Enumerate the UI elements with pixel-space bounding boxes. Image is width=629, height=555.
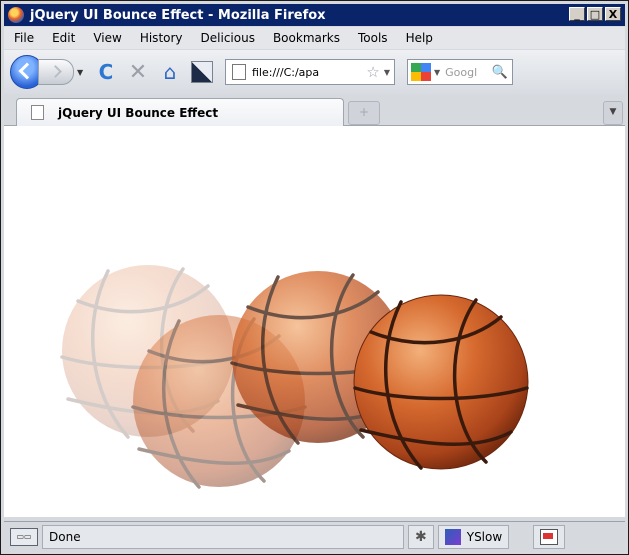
yslow-panel[interactable]: YSlow (437, 525, 510, 549)
menu-view[interactable]: View (84, 31, 130, 45)
title-bar[interactable]: jQuery UI Bounce Effect - Mozilla Firefo… (4, 4, 625, 26)
browser-window: jQuery UI Bounce Effect - Mozilla Firefo… (0, 0, 629, 555)
menu-help[interactable]: Help (397, 31, 442, 45)
yslow-icon (444, 529, 461, 545)
magnifier-icon[interactable]: 🔍 (492, 65, 508, 80)
search-input[interactable]: Googl (445, 66, 492, 79)
basketball (353, 294, 529, 470)
extension-icon[interactable] (540, 529, 559, 545)
tab-bar: jQuery UI Bounce Effect + ▼ (4, 95, 625, 126)
yslow-label: YSlow (466, 530, 503, 544)
home-icon[interactable]: ⌂ (157, 59, 183, 85)
status-panel: Done (42, 525, 404, 549)
window-title: jQuery UI Bounce Effect - Mozilla Firefo… (30, 7, 326, 23)
menu-edit[interactable]: Edit (43, 31, 84, 45)
history-dropdown-icon[interactable]: ▼ (77, 68, 87, 77)
menu-file[interactable]: File (4, 31, 43, 45)
extension-panel[interactable] (533, 525, 566, 549)
menu-bar: File Edit View History Delicious Bookmar… (4, 27, 625, 49)
bug-icon[interactable]: ✱ (415, 529, 427, 545)
new-tab-button[interactable]: + (348, 101, 380, 125)
address-bar[interactable]: file:///C:/apa ☆ ▼ (225, 59, 395, 85)
debug-panel[interactable]: ✱ (408, 525, 434, 549)
reload-icon[interactable]: C (93, 59, 119, 85)
tab-list-button[interactable]: ▼ (603, 101, 623, 125)
address-dropdown-icon[interactable]: ▼ (384, 68, 390, 77)
addon-icon (191, 61, 213, 83)
maximize-button[interactable]: □ (587, 7, 603, 21)
firefox-logo-icon (8, 7, 24, 23)
tab-page-icon (31, 105, 44, 120)
star-icon[interactable]: ☆ (366, 63, 379, 81)
status-monitor-icon[interactable]: ▭▭ (10, 528, 38, 546)
menu-history[interactable]: History (131, 31, 192, 45)
close-button[interactable]: X (605, 7, 621, 21)
menu-delicious[interactable]: Delicious (192, 31, 264, 45)
addon-button[interactable] (189, 59, 215, 85)
search-bar[interactable]: ▼ Googl 🔍 (407, 59, 513, 85)
page-content (4, 126, 625, 517)
bounce-effect-image (60, 265, 529, 489)
forward-button[interactable] (38, 59, 74, 85)
google-icon[interactable] (411, 63, 431, 81)
status-text: Done (49, 530, 81, 544)
minimize-button[interactable]: _ (569, 7, 585, 21)
status-bar: ▭▭ Done ✱ YSlow (4, 521, 625, 552)
navigation-toolbar: ▼ C ✕ ⌂ file:///C:/apa ☆ ▼ ▼ Googl 🔍 (4, 50, 625, 94)
address-input[interactable]: file:///C:/apa (252, 66, 366, 79)
stop-icon[interactable]: ✕ (125, 59, 151, 85)
search-engine-dropdown-icon[interactable]: ▼ (434, 68, 440, 77)
page-icon (232, 64, 246, 80)
menu-tools[interactable]: Tools (349, 31, 397, 45)
tab-jquery-ui-bounce-effect[interactable]: jQuery UI Bounce Effect (16, 98, 344, 126)
tab-label: jQuery UI Bounce Effect (58, 105, 219, 120)
menu-bookmarks[interactable]: Bookmarks (264, 31, 349, 45)
